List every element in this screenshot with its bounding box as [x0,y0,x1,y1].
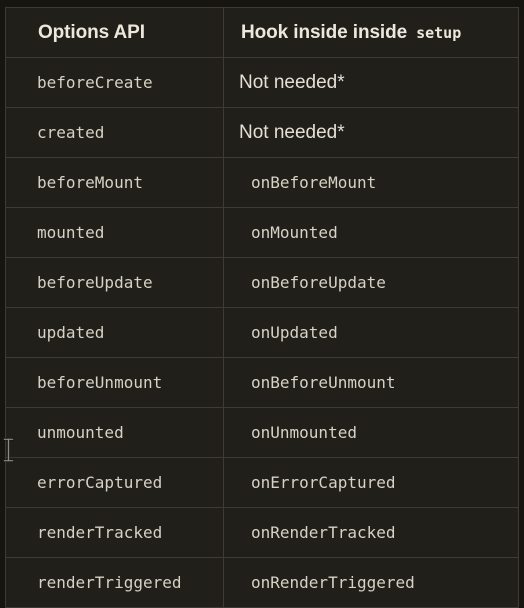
cell-hook: onMounted [223,207,519,258]
hook-name: onMounted [251,223,338,242]
cell-options-api: unmounted [5,407,224,458]
option-name: updated [37,323,105,342]
cell-options-api: mounted [5,207,224,258]
table-row: beforeUnmount onBeforeUnmount [5,357,519,408]
column-header-options-api: Options API [5,7,224,58]
hook-name: Not needed* [239,122,345,143]
hook-name: onErrorCaptured [251,473,396,492]
hook-name: onBeforeUpdate [251,273,386,292]
option-name: renderTriggered [37,573,182,592]
option-name: mounted [37,223,105,242]
cell-hook: onUpdated [223,307,519,358]
option-name: errorCaptured [37,473,163,492]
cell-options-api: errorCaptured [5,457,224,508]
table-row: beforeMount onBeforeMount [5,157,519,208]
cell-options-api: beforeCreate [5,57,224,108]
hook-name: onRenderTracked [251,523,396,542]
cell-hook: onRenderTriggered [223,557,519,608]
cell-hook: onErrorCaptured [223,457,519,508]
cell-hook: Not needed* [223,57,519,108]
hook-name: onBeforeUnmount [251,373,396,392]
column-header-hook-label-group: Hook inside inside setup [224,9,518,57]
hook-name: Not needed* [239,72,345,93]
table-row: beforeCreate Not needed* [5,57,519,108]
table-row: beforeUpdate onBeforeUpdate [5,257,519,308]
cell-options-api: beforeMount [5,157,224,208]
option-name: beforeUpdate [37,273,153,292]
cell-hook: onRenderTracked [223,507,519,558]
column-header-hook-inside-setup: Hook inside inside setup [223,7,519,58]
table-row: unmounted onUnmounted [5,407,519,458]
cell-hook: onBeforeUpdate [223,257,519,308]
lifecycle-hooks-mapping-table: Options API Hook inside inside setup befo… [5,7,519,608]
option-name: beforeMount [37,173,143,192]
column-header-options-api-label: Options API [38,22,145,43]
option-name: beforeUnmount [37,373,163,392]
option-name: renderTracked [37,523,163,542]
table-row: mounted onMounted [5,207,519,258]
cell-options-api: beforeUnmount [5,357,224,408]
table-row: updated onUpdated [5,307,519,358]
cell-options-api: beforeUpdate [5,257,224,308]
table-row: created Not needed* [5,107,519,158]
column-header-hook-code-setup: setup [416,23,462,42]
lifecycle-table-container: Options API Hook inside inside setup befo… [5,7,519,608]
cell-options-api: renderTriggered [5,557,224,608]
cell-options-api: created [5,107,224,158]
cell-options-api: renderTracked [5,507,224,558]
hook-name: onUnmounted [251,423,357,442]
table-header: Options API Hook inside inside setup [5,7,519,58]
table-body: beforeCreate Not needed* created Not nee… [5,57,519,608]
option-name: unmounted [37,423,124,442]
table-row: renderTriggered onRenderTriggered [5,557,519,608]
cell-hook: Not needed* [223,107,519,158]
hook-name: onBeforeMount [251,173,377,192]
cell-hook: onBeforeUnmount [223,357,519,408]
table-row: renderTracked onRenderTracked [5,507,519,558]
table-header-row: Options API Hook inside inside setup [5,7,519,58]
table-row: errorCaptured onErrorCaptured [5,457,519,508]
cell-hook: onBeforeMount [223,157,519,208]
option-name: created [37,123,105,142]
hook-name: onRenderTriggered [251,573,415,592]
cell-options-api: updated [5,307,224,358]
option-name: beforeCreate [37,73,153,92]
column-header-hook-text: Hook inside inside [241,21,408,43]
hook-name: onUpdated [251,323,338,342]
cell-hook: onUnmounted [223,407,519,458]
